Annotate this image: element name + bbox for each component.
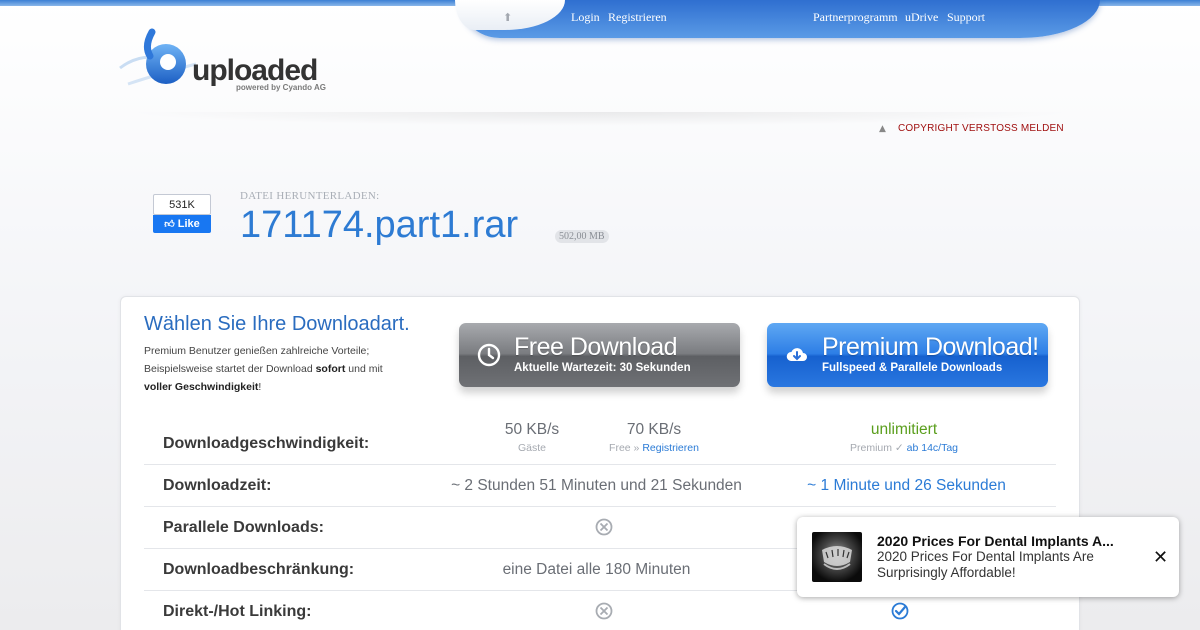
speed-free-sub-text: Free »: [609, 442, 640, 454]
free-download-subtitle: Aktuelle Wartezeit: 30 Sekunden: [514, 362, 691, 374]
logo[interactable]: uploaded powered by Cyando AG: [118, 28, 348, 103]
nav-register-link[interactable]: Registrieren: [608, 10, 667, 25]
cross-icon: [595, 602, 613, 620]
close-icon[interactable]: ✕: [1153, 547, 1168, 568]
speed-free-value: 70 KB/s: [626, 421, 682, 438]
nav-udrive-link[interactable]: uDrive: [905, 10, 938, 25]
file-name: 171174.part1.rar: [240, 204, 519, 246]
speed-guest-value: 50 KB/s: [504, 421, 560, 438]
desc-bold-speed: voller Geschwindigkeit: [144, 381, 259, 393]
time-free-value: ~ 2 Stunden 51 Minuten und 21 Sekunden: [451, 477, 742, 494]
speed-guest-sub: Gäste: [517, 442, 546, 454]
file-section-label: DATEI HERUNTERLADEN:: [240, 190, 380, 202]
premium-download-title: Premium Download!: [822, 333, 1039, 361]
nav-support-link[interactable]: Support: [947, 10, 985, 25]
report-copyright-link[interactable]: COPYRIGHT VERSTOSS MELDEN: [898, 123, 1064, 134]
speed-premium-sub: Premium ✓ ab 14c/Tag: [824, 442, 984, 454]
premium-download-button[interactable]: Premium Download! Fullspeed & Parallele …: [767, 323, 1048, 387]
ad-notification[interactable]: 2020 Prices For Dental Implants A... 202…: [797, 517, 1179, 597]
premium-download-subtitle: Fullspeed & Parallele Downloads: [822, 362, 1003, 374]
nav-affiliate-link[interactable]: Partnerprogramm: [813, 10, 898, 25]
speed-premium-value: unlimitiert: [870, 421, 938, 438]
hotlink-label: Direkt-/Hot Linking:: [163, 603, 312, 620]
panel-title: Wählen Sie Ihre Downloadart.: [144, 313, 410, 335]
ad-title[interactable]: 2020 Prices For Dental Implants A...: [877, 533, 1114, 549]
limit-label: Downloadbeschränkung:: [163, 561, 355, 578]
cloud-download-icon: [786, 348, 807, 361]
speed-register-link[interactable]: Registrieren: [642, 442, 699, 454]
desc-line-2-end: und mit: [345, 363, 383, 375]
free-download-button[interactable]: Free Download Aktuelle Wartezeit: 30 Sek…: [459, 323, 740, 387]
desc-bold-sofort: sofort: [315, 363, 346, 375]
thumbs-up-icon: 👍︎: [164, 219, 175, 230]
like-button[interactable]: 👍︎ Like: [153, 215, 211, 233]
speed-premium-sub-text: Premium ✓: [849, 442, 904, 454]
cross-icon: [595, 518, 613, 536]
time-label: Downloadzeit:: [163, 477, 272, 494]
table-row-speed: Downloadgeschwindigkeit: 50 KB/s Gäste 7…: [144, 421, 1056, 465]
up-arrow-icon[interactable]: ⬆: [503, 11, 512, 24]
limit-free-value: eine Datei alle 180 Minuten: [502, 561, 691, 578]
speed-premium-price-link[interactable]: ab 14c/Tag: [907, 442, 958, 454]
ad-text[interactable]: 2020 Prices For Dental Implants Are Surp…: [877, 549, 1127, 581]
free-download-title: Free Download: [514, 333, 678, 361]
nav-login-link[interactable]: Login: [571, 10, 600, 25]
facebook-like-widget[interactable]: 531K 👍︎ Like: [153, 194, 211, 234]
desc-line-3-end: !: [258, 381, 262, 393]
clock-icon: [477, 343, 501, 367]
desc-line-1: Premium Benutzer genießen zahlreiche Vor…: [144, 345, 370, 357]
table-row-time: Downloadzeit: ~ 2 Stunden 51 Minuten und…: [144, 465, 1056, 507]
parallel-label: Parallele Downloads:: [163, 519, 324, 536]
file-size-badge: 502,00 MB: [555, 230, 609, 243]
like-count: 531K: [153, 194, 211, 215]
like-label: Like: [177, 218, 200, 230]
speed-label: Downloadgeschwindigkeit:: [163, 435, 370, 452]
warning-icon: ▲: [879, 124, 886, 134]
logo-tagline: powered by Cyando AG: [236, 83, 326, 92]
time-premium-value: ~ 1 Minute und 26 Sekunden: [807, 477, 1006, 494]
check-icon: [891, 602, 909, 620]
desc-line-2: Beispielsweise startet der Download: [144, 363, 316, 375]
ad-thumbnail[interactable]: [812, 532, 862, 582]
panel-description: Premium Benutzer genießen zahlreiche Vor…: [144, 342, 434, 396]
speed-free-sub: Free » Registrieren: [584, 442, 724, 454]
ad-image: [822, 546, 852, 570]
